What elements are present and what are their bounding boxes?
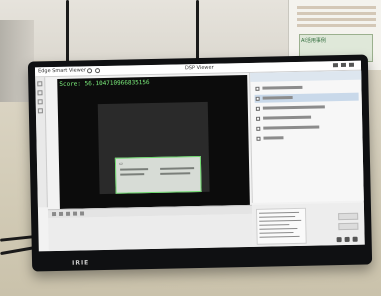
monitor-brand: IRIE: [71, 259, 90, 267]
panel-item[interactable]: [255, 123, 359, 133]
app-title: Edge Smart Viewer: [37, 67, 86, 75]
log-line: [259, 235, 300, 238]
photo-scene: AI活用事例 Edge Smart Viewer DSP Viewer Scor…: [0, 0, 381, 296]
monitor-screen: Edge Smart Viewer DSP Viewer Score: 56.1…: [34, 60, 365, 252]
portable-monitor: Edge Smart Viewer DSP Viewer Score: 56.1…: [27, 54, 373, 272]
poster-text-line: [297, 6, 376, 9]
checkbox[interactable]: [256, 116, 261, 121]
tool-strip: [35, 77, 48, 208]
right-panel: [249, 70, 365, 203]
panel-item[interactable]: [254, 83, 358, 93]
prev-icon[interactable]: [336, 237, 342, 243]
checkbox[interactable]: [256, 136, 261, 141]
log-line: [259, 232, 294, 234]
score-overlay: Score: 56.104710966835156: [59, 79, 150, 88]
close-button[interactable]: [348, 62, 355, 67]
video-viewer[interactable]: Score: 56.104710966835156 ▭: [57, 74, 250, 209]
log-line: [259, 224, 290, 226]
panel-item-label: [262, 85, 303, 90]
detection-box: ▭: [114, 155, 202, 194]
log-line: [259, 227, 298, 230]
pan-tool-icon[interactable]: [37, 90, 43, 96]
panel-item[interactable]: [255, 103, 359, 113]
log-line: [259, 216, 296, 218]
action-button[interactable]: [338, 212, 359, 221]
maximize-button[interactable]: [340, 62, 347, 68]
pause-icon[interactable]: [58, 211, 64, 216]
log-view: [255, 207, 307, 245]
poster-text-line: [297, 18, 376, 21]
panel-item-label: [262, 96, 293, 100]
detection-text-line: [160, 172, 191, 175]
detection-text-line: [160, 167, 195, 170]
snapshot-icon[interactable]: [79, 211, 85, 216]
panel-item[interactable]: [254, 92, 359, 103]
panel-header: [250, 70, 363, 82]
step-icon[interactable]: [65, 211, 71, 216]
panel-item[interactable]: [255, 113, 359, 123]
action-button[interactable]: [338, 222, 359, 231]
cable: [66, 0, 69, 62]
bottom-panel: [48, 213, 253, 252]
cable: [196, 0, 199, 60]
log-line: [259, 219, 302, 222]
record-icon[interactable]: [72, 211, 78, 216]
refresh-icon[interactable]: [86, 68, 93, 74]
poster-text-line: [297, 12, 376, 15]
detection-text-line: [120, 168, 149, 171]
next-icon[interactable]: [352, 236, 358, 242]
minimize-button[interactable]: [332, 63, 339, 68]
zoom-tool-icon[interactable]: [37, 99, 43, 105]
play-control-icon[interactable]: [344, 236, 350, 242]
crop-tool-icon[interactable]: [37, 108, 43, 114]
window-title: DSP Viewer: [184, 64, 214, 72]
poster-text-line: [297, 24, 376, 27]
play-icon[interactable]: [51, 212, 57, 217]
bottom-right-panel: [251, 202, 365, 247]
detection-label-icon: ▭: [118, 160, 123, 166]
checkbox[interactable]: [255, 106, 260, 111]
panel-item-label: [262, 105, 325, 110]
checkbox[interactable]: [256, 126, 261, 131]
checkbox[interactable]: [255, 96, 260, 101]
pointer-tool-icon[interactable]: [37, 81, 43, 87]
settings-icon[interactable]: [94, 68, 101, 74]
panel-item-label: [263, 115, 312, 120]
panel-item-label: [263, 136, 284, 140]
panel-item-label: [263, 125, 320, 130]
checkbox[interactable]: [255, 86, 260, 91]
panel-item[interactable]: [255, 133, 359, 143]
detection-text-line: [120, 173, 145, 176]
log-line: [259, 211, 300, 214]
poster-label: AI活用事例: [301, 38, 326, 44]
